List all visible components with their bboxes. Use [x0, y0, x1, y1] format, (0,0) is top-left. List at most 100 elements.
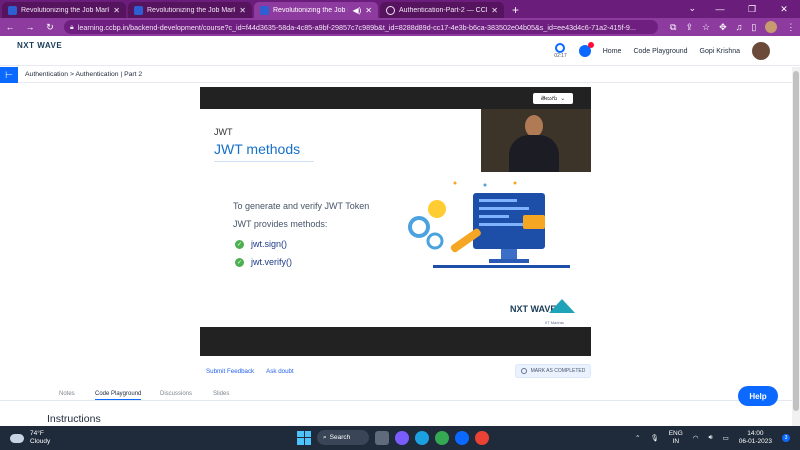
content-tabs: Notes Code Playground Discussions Slides [0, 389, 800, 401]
section-title: Instructions [47, 413, 101, 425]
slide-text-line-2: JWT provides methods: [233, 219, 328, 229]
minimize-icon[interactable]: — [704, 0, 736, 18]
browser-tab-1[interactable]: Revolutionizing the Job Market | ✕ [2, 2, 126, 18]
scrollbar-thumb[interactable] [793, 71, 799, 411]
avatar[interactable] [752, 42, 770, 60]
ask-doubt-link[interactable]: Ask doubt [266, 368, 294, 375]
language-indicator[interactable]: ENG IN [669, 430, 683, 446]
close-icon[interactable]: ✕ [113, 6, 120, 15]
chevron-up-icon[interactable]: ⌃ [635, 434, 640, 442]
check-icon: ✓ [235, 257, 244, 267]
chat-icon[interactable] [578, 42, 594, 57]
submit-feedback-link[interactable]: Submit Feedback [206, 368, 254, 375]
chevron-down-icon: ⌄ [560, 96, 566, 102]
site-favicon-icon [8, 5, 17, 15]
chrome-profile-icon[interactable] [455, 430, 469, 445]
presenter-head [525, 115, 543, 137]
clock[interactable]: 14:00 06-01-2023 [739, 430, 772, 446]
chrome-icon[interactable] [475, 430, 489, 445]
nav-code-playground[interactable]: Code Playground [633, 48, 687, 55]
menu-icon[interactable]: ⋮ [786, 22, 795, 33]
address-bar[interactable]: 🔒︎ learning.ccbp.in/backend-development/… [64, 20, 658, 34]
header-right: 02:17 Home Code Playground Gopi Krishna [554, 42, 770, 60]
star-icon[interactable]: ☆ [702, 22, 710, 33]
divider [214, 161, 314, 162]
extensions-icon[interactable]: ✥ [719, 22, 727, 33]
browser-tab-4[interactable]: Authentication-Part-2 — CCBP II ✕ [380, 2, 504, 18]
mark-as-completed-button[interactable]: MARK AS COMPLETED [515, 364, 591, 378]
profile-avatar[interactable] [765, 21, 778, 33]
clock-time: 14:00 [747, 430, 764, 437]
globe-icon [386, 5, 395, 15]
notification-badge [587, 42, 594, 48]
browser-toolbar: ← → ↻ 🔒︎ learning.ccbp.in/backend-develo… [0, 18, 800, 36]
video-top-bar: తెలుగు ⌄ [200, 87, 591, 109]
taskbar-search[interactable]: ⌕ Search [317, 430, 369, 445]
sidepanel-icon[interactable]: ▯ [751, 22, 756, 33]
nxtwave-logo[interactable]: NXT WAVE [17, 42, 62, 50]
windows-taskbar: 74°F Cloudy ⌕ Search ⌃ 🎙︎ ENG IN ◠ 🔊︎ ▭ … [0, 426, 800, 450]
tab-slides[interactable]: Slides [213, 391, 229, 397]
page-scrollbar[interactable] [792, 67, 800, 426]
microphone-icon[interactable]: 🎙︎ [650, 434, 658, 442]
presenter-body [509, 135, 559, 172]
gear-icon [426, 232, 444, 250]
close-icon[interactable]: ✕ [239, 6, 246, 15]
slide-title: JWT methods [214, 141, 301, 157]
help-button[interactable]: Help [738, 386, 778, 406]
tab-code-playground[interactable]: Code Playground [95, 391, 142, 400]
close-icon[interactable]: ✕ [365, 6, 372, 15]
nav-home[interactable]: Home [603, 48, 622, 55]
timer-text: 02:17 [554, 53, 567, 59]
browser-tab-2[interactable]: Revolutionizing the Job Market | ✕ [128, 2, 252, 18]
close-icon[interactable]: ✕ [491, 6, 498, 15]
method-label: jwt.verify() [251, 257, 292, 267]
reload-icon[interactable]: ↻ [44, 22, 56, 33]
install-icon[interactable]: ⧉ [670, 22, 676, 33]
wifi-icon[interactable]: ◠ [693, 434, 699, 442]
check-icon: ✓ [235, 239, 244, 249]
edge-icon[interactable] [415, 430, 429, 445]
share-icon[interactable]: ⇪ [685, 22, 693, 33]
task-view-icon[interactable] [375, 430, 389, 445]
developer-illustration [408, 181, 570, 268]
lock-icon: 🔒︎ [70, 22, 74, 31]
back-icon[interactable]: ← [4, 22, 16, 32]
chrome-icon[interactable] [435, 430, 449, 445]
window-controls: — ❐ ✕ [704, 0, 800, 18]
slide-text-line-1: To generate and verify JWT Token [233, 201, 370, 211]
video-player[interactable]: తెలుగు ⌄ JWT JWT methods To generate and… [200, 87, 591, 356]
code-tag-icon [523, 215, 545, 229]
method-item: ✓ jwt.verify() [235, 257, 292, 267]
lang-secondary: IN [672, 438, 680, 445]
weather-temp: 74°F [30, 430, 44, 437]
teams-icon[interactable] [395, 430, 409, 445]
taskbar-apps: ⌕ Search [297, 430, 489, 445]
new-tab-button[interactable]: + [512, 2, 519, 18]
tab-notes[interactable]: Notes [59, 391, 75, 397]
battery-icon[interactable]: ▭ [723, 434, 729, 442]
timer[interactable]: 02:17 [554, 43, 567, 59]
method-label: jwt.sign() [251, 239, 288, 249]
tab-discussions[interactable]: Discussions [160, 391, 192, 397]
circle-icon [520, 368, 527, 374]
mark-completed-label: MARK AS COMPLETED [530, 368, 586, 374]
notification-count-badge[interactable]: 3 [782, 434, 790, 442]
tab-label: Revolutionizing the Job Mar [273, 6, 348, 14]
tab-label: Authentication-Part-2 — CCBP II [399, 6, 487, 14]
media-icon[interactable]: ♫ [736, 22, 743, 32]
windows-start-icon[interactable] [297, 430, 311, 445]
slide: JWT JWT methods To generate and verify J… [200, 109, 591, 327]
weather-text: Cloudy [30, 438, 51, 445]
forward-icon[interactable]: → [24, 22, 36, 32]
maximize-icon[interactable]: ❐ [736, 0, 768, 18]
volume-icon[interactable]: 🔊︎ [708, 434, 712, 442]
chevron-down-icon[interactable]: ⌄ [688, 3, 696, 14]
window-close-icon[interactable]: ✕ [768, 0, 800, 18]
weather-widget[interactable]: 74°F Cloudy [10, 430, 50, 446]
sidebar-toggle-icon[interactable]: ⊢ [0, 67, 18, 83]
browser-tab-3[interactable]: Revolutionizing the Job Mar ◀) ✕ [254, 2, 378, 18]
user-name[interactable]: Gopi Krishna [700, 48, 740, 55]
language-select[interactable]: తెలుగు ⌄ [533, 93, 573, 104]
speaker-icon[interactable]: ◀) [352, 6, 361, 15]
